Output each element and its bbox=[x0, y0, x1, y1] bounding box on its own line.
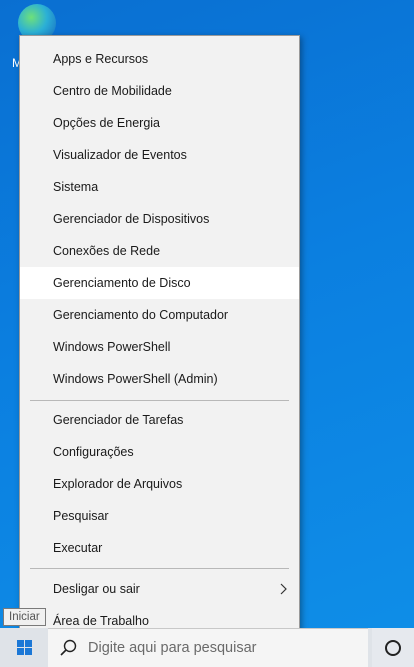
menu-item-gerenciador-dispositivos[interactable]: Gerenciador de Dispositivos bbox=[20, 203, 299, 235]
menu-item-label: Desligar ou sair bbox=[53, 582, 140, 596]
desktop: M Apps e Recursos Centro de Mobilidade O… bbox=[0, 0, 414, 667]
menu-item-windows-powershell[interactable]: Windows PowerShell bbox=[20, 331, 299, 363]
search-placeholder: Digite aqui para pesquisar bbox=[88, 640, 257, 656]
search-icon bbox=[60, 639, 77, 656]
chevron-right-icon bbox=[280, 583, 287, 595]
menu-item-desligar-sair[interactable]: Desligar ou sair bbox=[20, 573, 299, 605]
menu-item-windows-powershell-admin[interactable]: Windows PowerShell (Admin) bbox=[20, 363, 299, 395]
menu-item-sistema[interactable]: Sistema bbox=[20, 171, 299, 203]
menu-item-opcoes-energia[interactable]: Opções de Energia bbox=[20, 107, 299, 139]
menu-item-configuracoes[interactable]: Configurações bbox=[20, 436, 299, 468]
menu-item-pesquisar[interactable]: Pesquisar bbox=[20, 500, 299, 532]
winx-context-menu: Apps e Recursos Centro de Mobilidade Opç… bbox=[19, 35, 300, 647]
menu-item-conexoes-rede[interactable]: Conexões de Rede bbox=[20, 235, 299, 267]
menu-item-centro-mobilidade[interactable]: Centro de Mobilidade bbox=[20, 75, 299, 107]
menu-item-visualizador-eventos[interactable]: Visualizador de Eventos bbox=[20, 139, 299, 171]
menu-item-gerenciador-tarefas[interactable]: Gerenciador de Tarefas bbox=[20, 404, 299, 436]
menu-item-gerenciamento-computador[interactable]: Gerenciamento do Computador bbox=[20, 299, 299, 331]
menu-item-explorador-arquivos[interactable]: Explorador de Arquivos bbox=[20, 468, 299, 500]
taskbar: Digite aqui para pesquisar bbox=[0, 628, 414, 667]
start-tooltip: Iniciar bbox=[3, 608, 46, 626]
start-button[interactable] bbox=[0, 628, 48, 667]
menu-separator bbox=[30, 568, 289, 569]
menu-item-gerenciamento-disco[interactable]: Gerenciamento de Disco bbox=[20, 267, 299, 299]
cortana-button[interactable] bbox=[372, 628, 414, 667]
cortana-circle-icon bbox=[385, 639, 401, 656]
menu-item-apps-recursos[interactable]: Apps e Recursos bbox=[20, 43, 299, 75]
menu-separator bbox=[30, 400, 289, 401]
menu-item-executar[interactable]: Executar bbox=[20, 532, 299, 564]
windows-logo-icon bbox=[16, 640, 32, 655]
taskbar-search-box[interactable]: Digite aqui para pesquisar bbox=[48, 628, 368, 667]
